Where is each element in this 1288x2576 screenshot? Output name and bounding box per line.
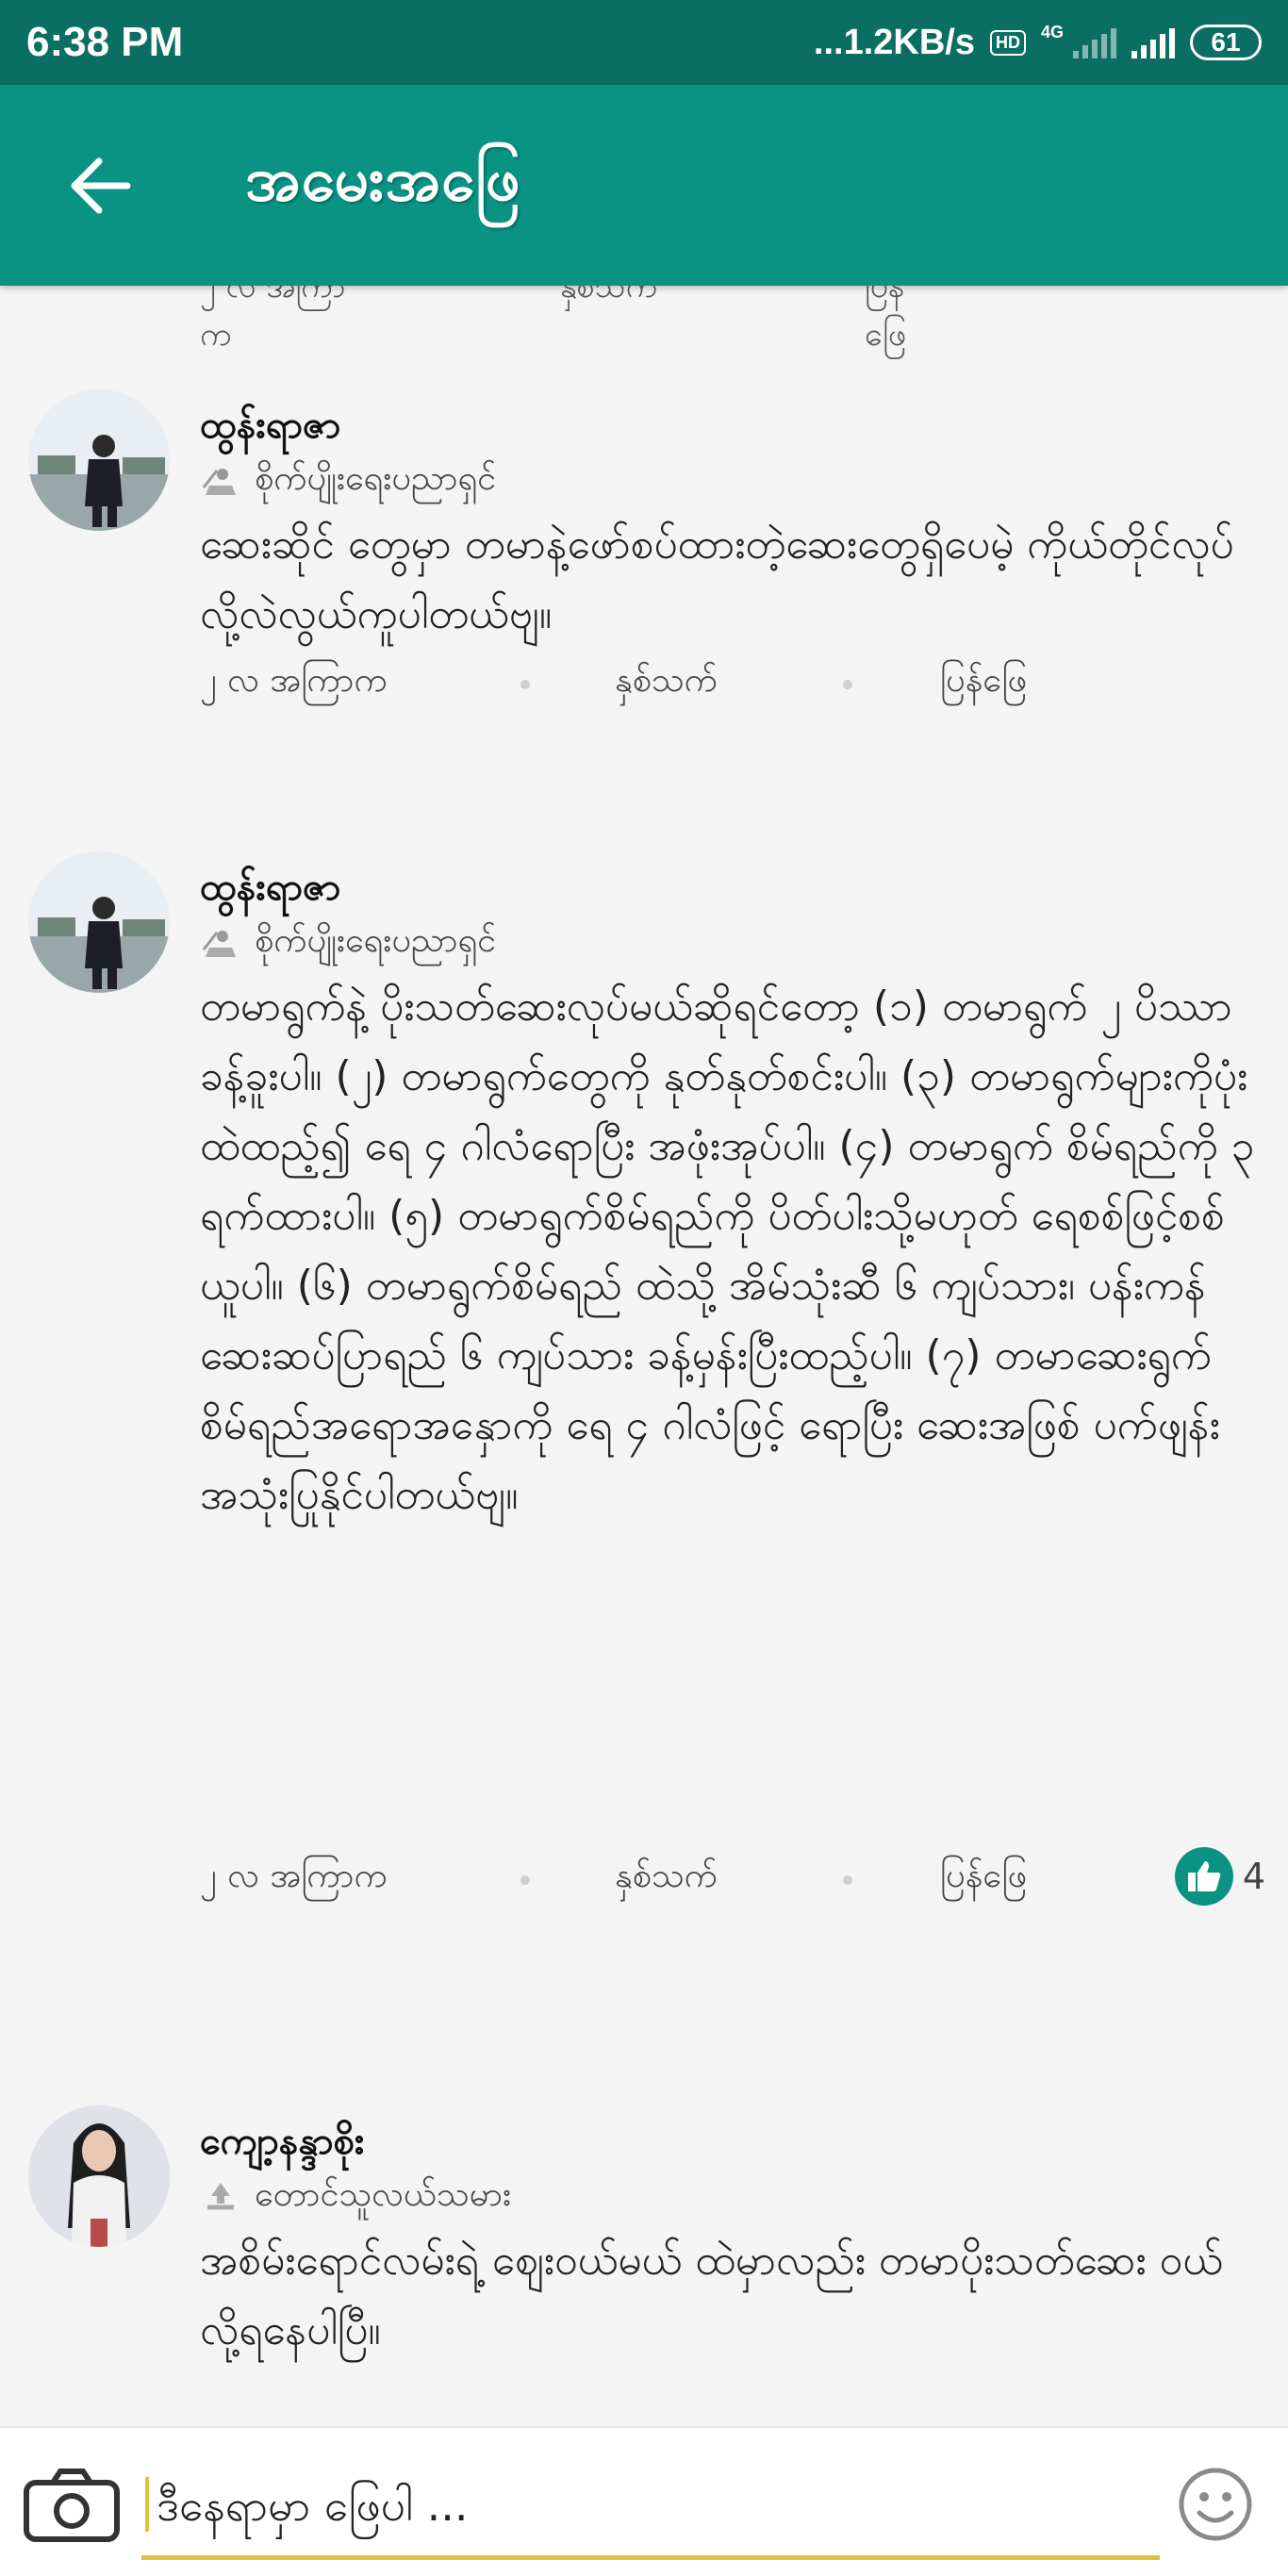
net-speed: ...1.2KB/s xyxy=(813,22,975,62)
back-button[interactable] xyxy=(47,134,151,238)
partial-reply: ပြန်ဖြေ xyxy=(864,286,907,354)
comment-age: ၂ လ အကြာက xyxy=(200,661,388,700)
partial-meta-row: ၂ လ အကြာက နှစ်သက် ပြန်ဖြေ xyxy=(200,286,1143,354)
status-time: 6:38 PM xyxy=(26,19,184,65)
camera-button[interactable] xyxy=(23,2468,121,2543)
farmer-rank-icon xyxy=(207,2183,234,2210)
comment-list[interactable]: ၂ လ အကြာက နှစ်သက် ပြန်ဖြေ ထွန်းရာဇာ စိုက… xyxy=(0,286,1288,2426)
signal-icon-2 xyxy=(1131,26,1175,58)
user-role-label: စိုက်ပျိုးရေးပညာရှင် xyxy=(255,921,497,960)
partial-age: ၂ လ အကြာက xyxy=(200,286,346,354)
farmer-icon xyxy=(202,469,236,495)
battery-level: 61 xyxy=(1211,27,1241,57)
comment-text: တမာရွက်နဲ့ ပိုးသတ်ဆေးလုပ်မယ်ဆိုရင်တော့ (… xyxy=(200,983,1255,1519)
avatar[interactable] xyxy=(28,389,170,531)
list-item: ထွန်းရာဇာ စိုက်ပျိုးရေးပညာရှင် တမာရွက်နဲ… xyxy=(0,851,1288,1906)
like-button[interactable]: နှစ်သက် xyxy=(615,657,718,708)
list-item: ကျော့နန္ဒာစိုး တောင်သူလယ်သမား အစိမ်းရောင… xyxy=(0,2105,1288,2426)
arrow-left-icon xyxy=(71,157,131,213)
comment-age: ၂ လ အကြာက xyxy=(200,1857,388,1895)
user-role-label: တောင်သူလယ်သမား xyxy=(255,2175,512,2214)
status-icons: ...1.2KB/s HD 4G 61 xyxy=(814,23,1262,63)
separator-dot xyxy=(520,1875,530,1885)
like-count-value: 4 xyxy=(1242,1856,1265,1897)
thumbs-up-icon xyxy=(1174,1847,1233,1906)
reply-input-wrapper xyxy=(141,2447,1160,2560)
reply-button[interactable]: ပြန်ဖြေ xyxy=(940,657,1027,708)
avatar[interactable] xyxy=(28,2105,170,2247)
hd-badge: HD xyxy=(989,29,1026,56)
username[interactable]: ထွန်းရာဇာ xyxy=(200,863,340,918)
user-role: တောင်သူလယ်သမား xyxy=(200,2171,511,2222)
list-item: ထွန်းရာဇာ စိုက်ပျိုးရေးပညာရှင် ဆေးဆိုင် … xyxy=(0,389,1288,700)
user-role: စိုက်ပျိုးရေးပညာရှင် xyxy=(200,455,496,506)
separator-dot xyxy=(520,680,530,689)
comment-meta: ၂ လ အကြာက နှစ်သက် ပြန်ဖြေ xyxy=(200,657,1265,714)
partial-like: နှစ်သက် xyxy=(560,286,657,305)
comment-meta: ၂ လ အကြာက နှစ်သက် ပြန်ဖြေ 4 xyxy=(200,1847,1265,1909)
avatar[interactable] xyxy=(28,851,170,993)
user-role-label: စိုက်ပျိုးရေးပညာရှင် xyxy=(255,459,497,498)
comment-text: ဆေးဆိုင် တွေမှာ တမာနဲ့ဖော်စပ်ထားတဲ့ဆေးတွ… xyxy=(200,520,1234,638)
user-role: စိုက်ပျိုးရေးပညာရှင် xyxy=(200,917,496,968)
separator-dot xyxy=(843,1875,852,1885)
user-photo-icon xyxy=(28,2105,170,2247)
reply-input[interactable] xyxy=(155,2469,1139,2541)
username[interactable]: ထွန်းရာဇာ xyxy=(200,401,340,456)
user-photo-icon xyxy=(28,389,170,531)
camera-icon xyxy=(24,2469,120,2542)
status-bar: 6:38 PM ...1.2KB/s HD 4G 61 xyxy=(0,0,1288,85)
reply-button[interactable]: ပြန်ဖြေ xyxy=(940,1853,1027,1904)
username[interactable]: ကျော့နန္ဒာစိုး xyxy=(200,2117,364,2172)
reply-composer xyxy=(0,2426,1288,2576)
like-count: 4 xyxy=(1174,1847,1265,1906)
app-bar: အမေးအဖြေ xyxy=(0,85,1288,286)
signal-icon xyxy=(1073,26,1116,58)
like-button[interactable]: နှစ်သက် xyxy=(615,1853,718,1904)
comment-text: အစိမ်းရောင်လမ်းရဲ့ ဈေးဝယ်မယ် ထဲမှာလည်း တ… xyxy=(200,2237,1223,2354)
page-title: အမေးအဖြေ xyxy=(245,144,521,215)
emoji-button[interactable] xyxy=(1177,2466,1254,2543)
user-photo-icon xyxy=(28,851,170,993)
separator-dot xyxy=(843,680,852,689)
smiley-icon xyxy=(1179,2468,1252,2541)
farmer-icon xyxy=(202,931,236,957)
text-caret xyxy=(145,2477,149,2532)
battery-icon: 61 xyxy=(1190,25,1262,60)
network-type: 4G xyxy=(1040,22,1064,41)
